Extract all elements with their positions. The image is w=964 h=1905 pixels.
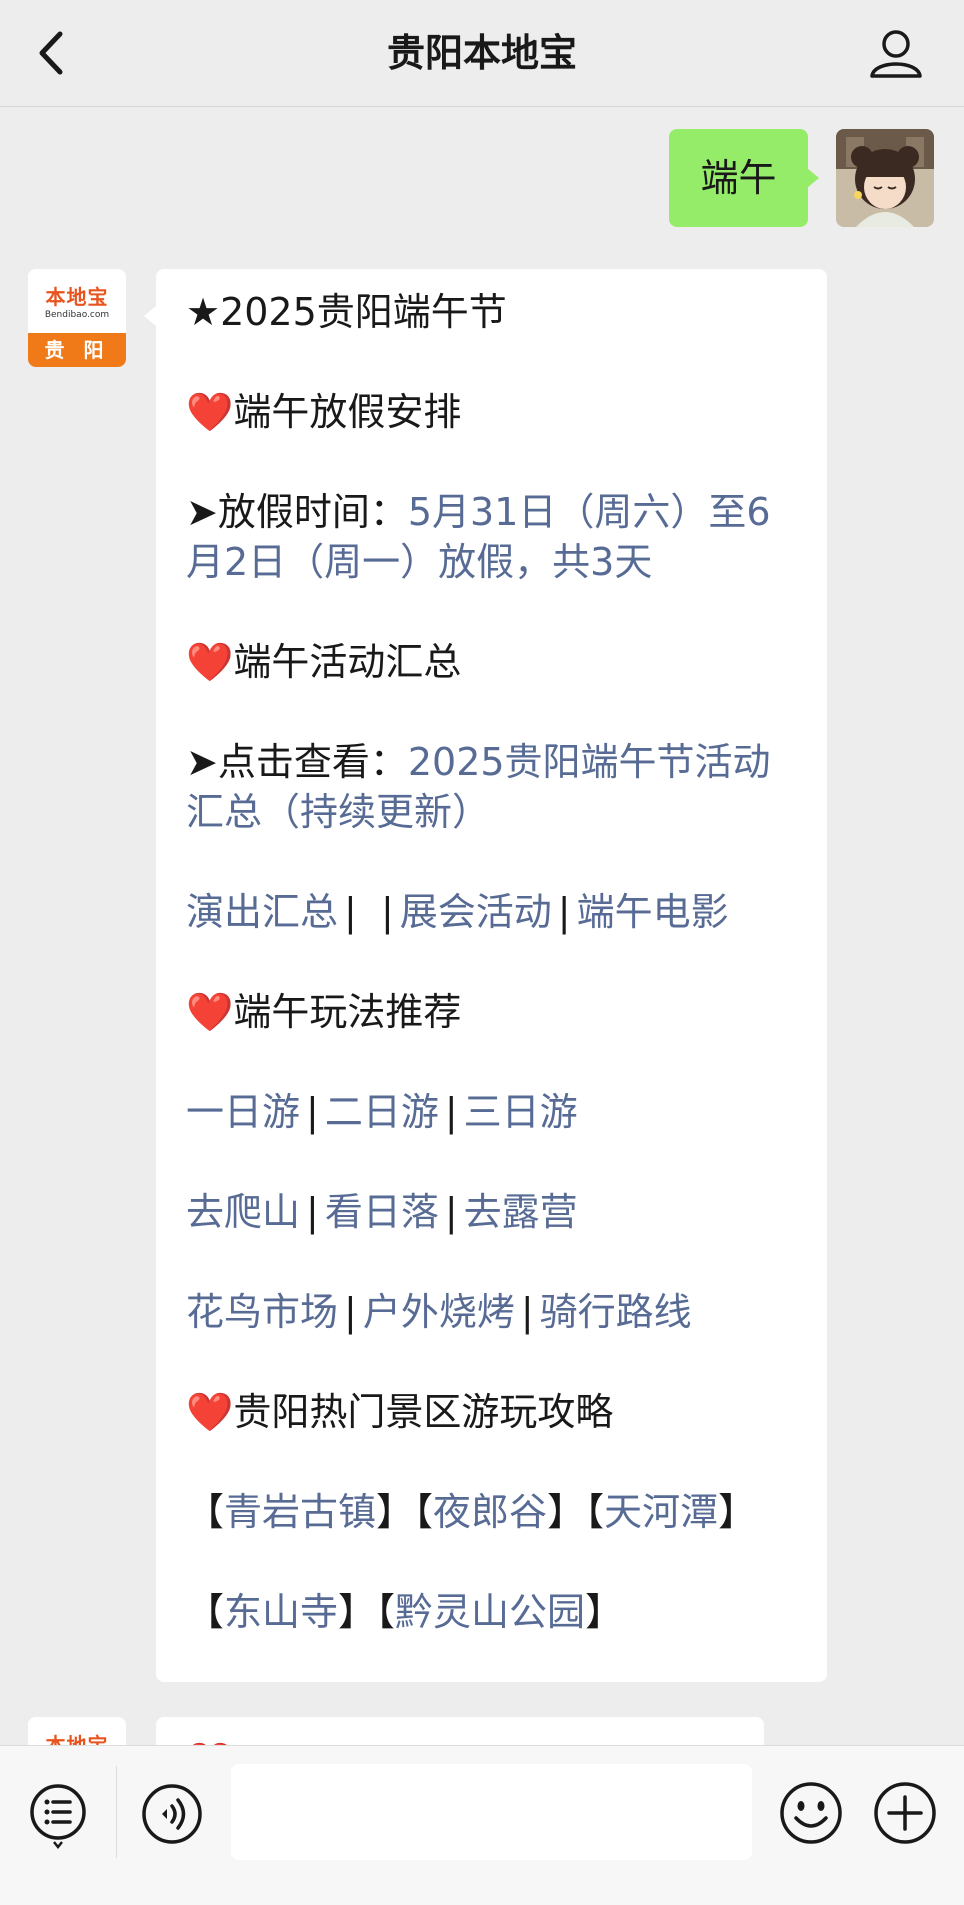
link-bbq[interactable]: 户外烧烤: [363, 1290, 515, 1334]
trip-links-row: 一日游 | 二日游 | 三日游: [186, 1090, 578, 1134]
logo-name: 本地宝: [45, 285, 109, 309]
message-title: ★2025贵阳端午节: [186, 290, 507, 334]
bendibao-avatar[interactable]: 本地宝: [28, 1717, 126, 1745]
input-toolbar: [0, 1745, 964, 1905]
misc-links-row: 花鸟市场 | 户外烧烤 | 骑行路线: [186, 1290, 692, 1334]
link-hiking[interactable]: 去爬山: [186, 1190, 300, 1234]
heart-icon: ❤️: [186, 1390, 234, 1434]
chat-area[interactable]: 端午 本地宝 Bendibao.com 贵 阳 ★2025贵阳端午节 ❤️端午放…: [0, 107, 964, 1745]
outdoor-links-row: 去爬山 | 看日落 | 去露营: [186, 1190, 578, 1234]
link-flower-market[interactable]: 花鸟市场: [186, 1290, 338, 1334]
heart-icon: ❤️: [186, 390, 234, 434]
link-camping[interactable]: 去露营: [464, 1190, 578, 1234]
emoji-icon[interactable]: [778, 1780, 844, 1846]
link-movie[interactable]: 端午电影: [577, 890, 729, 934]
heart-icon: ❤️: [186, 990, 234, 1034]
user-avatar[interactable]: [836, 129, 934, 227]
activity-label: ➤点击查看：: [186, 740, 408, 784]
voice-icon[interactable]: [140, 1782, 204, 1846]
toolbar-divider: [116, 1766, 117, 1858]
heart-icon: ❤️: [186, 1737, 233, 1745]
holiday-time: ➤放假时间：5月31日（周六）至6月2日（周一）放假，共3天: [186, 487, 806, 587]
logo-city: 贵 阳: [28, 333, 126, 367]
link-cycling[interactable]: 骑行路线: [540, 1290, 692, 1334]
sent-bubble-tail: [807, 168, 819, 188]
link-tianhe[interactable]: 天河潭: [604, 1490, 718, 1534]
link-two-day[interactable]: 二日游: [325, 1090, 439, 1134]
section-heading: ❤️端午玩法推荐: [186, 990, 462, 1034]
navigation-bar: 贵阳本地宝: [0, 0, 964, 107]
plus-icon[interactable]: [872, 1780, 938, 1846]
sent-message-bubble[interactable]: 端午: [669, 129, 808, 227]
section-heading: ❤️端午放假安排: [186, 390, 462, 434]
section-heading: ❤️贵阳热门景区游玩攻略: [186, 1390, 614, 1434]
bendibao-avatar[interactable]: 本地宝 Bendibao.com 贵 阳: [28, 269, 126, 367]
bendibao-logo: 本地宝: [28, 1717, 126, 1745]
message-input[interactable]: [231, 1764, 752, 1860]
message-body: ★2025贵阳端午节 ❤️端午放假安排 ➤放假时间：5月31日（周六）至6月2日…: [186, 287, 806, 1637]
link-performance[interactable]: 演出汇总: [186, 890, 338, 934]
holiday-label: ➤放假时间：: [186, 490, 408, 534]
link-qingyan[interactable]: 青岩古镇: [224, 1490, 376, 1534]
user-profile-icon[interactable]: [866, 24, 926, 84]
received-bubble-tail: [144, 306, 156, 326]
user-avatar-image: [836, 129, 934, 227]
bendibao-logo: 本地宝 Bendibao.com: [28, 269, 126, 333]
received-message-bubble: ★2025贵阳端午节 ❤️端午放假安排 ➤放假时间：5月31日（周六）至6月2日…: [156, 269, 827, 1682]
link-one-day[interactable]: 一日游: [186, 1090, 300, 1134]
heart-icon: ❤️: [186, 640, 234, 684]
link-dongshan[interactable]: 东山寺: [224, 1590, 338, 1634]
activity-links-row: 演出汇总 | | 展会活动 | 端午电影: [186, 890, 729, 934]
section-heading: ❤️端午活动汇总: [186, 640, 462, 684]
scenic-links-row-2: 【东山寺】【黔灵山公园】: [186, 1590, 624, 1634]
list-menu-icon[interactable]: [28, 1782, 88, 1850]
logo-url: Bendibao.com: [44, 310, 110, 320]
logo-name: 本地宝: [45, 1733, 109, 1745]
link-sunset[interactable]: 看日落: [325, 1190, 439, 1234]
link-yelang[interactable]: 夜郎谷: [433, 1490, 547, 1534]
activity-view: ➤点击查看：2025贵阳端午节活动汇总（持续更新）: [186, 737, 806, 837]
link-exhibition[interactable]: 展会活动: [400, 890, 552, 934]
received-message-bubble: ❤️: [156, 1717, 764, 1745]
page-title: 贵阳本地宝: [386, 31, 577, 75]
scenic-links-row-1: 【青岩古镇】【夜郎谷】【天河潭】: [186, 1490, 757, 1534]
link-qianling[interactable]: 黔灵山公园: [395, 1590, 585, 1634]
link-three-day[interactable]: 三日游: [464, 1090, 578, 1134]
